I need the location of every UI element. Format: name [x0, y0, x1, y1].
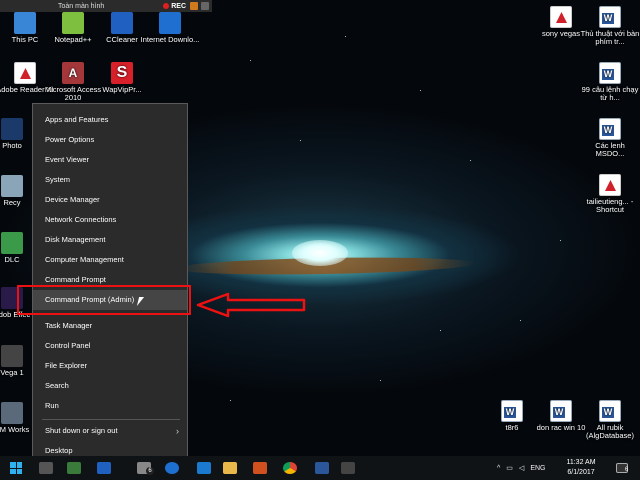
menu-item-task-manager[interactable]: Task Manager [33, 316, 187, 336]
record-dot-icon[interactable] [163, 3, 170, 9]
word-doc-icon [550, 400, 572, 422]
menu-item-computer-management[interactable]: Computer Management [33, 250, 187, 270]
edge-icon [165, 462, 179, 474]
folder-icon [223, 462, 237, 474]
menu-item-system[interactable]: System [33, 170, 187, 190]
word-doc-icon [599, 6, 621, 28]
winx-menu: Apps and Features Power Options Event Vi… [32, 103, 188, 460]
teamviewer-icon [197, 462, 211, 474]
desktop-icon-thu-thuat[interactable]: Thủ thuật với bàn phím tr... [580, 6, 640, 46]
ccleaner-icon [111, 12, 133, 34]
desktop-icon-label: Thủ thuật với bàn phím tr... [580, 29, 640, 46]
volume-icon[interactable]: ◁ [519, 464, 524, 472]
word-doc-icon [599, 400, 621, 422]
desktop-icon-label: WapVipPr... [102, 85, 142, 94]
taskbar-app-5[interactable] [248, 456, 272, 480]
start-button[interactable] [4, 456, 28, 480]
annotation-arrow-icon [196, 292, 306, 318]
taskbar-edge[interactable] [160, 456, 184, 480]
pdf-icon [599, 174, 621, 196]
recording-mode-label: Toàn màn hình [58, 2, 105, 10]
language-indicator[interactable]: ENG [530, 465, 545, 472]
taskbar-app-1[interactable] [34, 456, 58, 480]
taskbar-app-2[interactable] [62, 456, 86, 480]
menu-item-shut-down[interactable]: Shut down or sign out › [33, 421, 187, 441]
taskbar-app-3[interactable] [92, 456, 116, 480]
adobe-reader-icon [14, 62, 36, 84]
internet-download-icon [159, 12, 181, 34]
taskbar: 6 ^ ▭ ◁ ENG 11:32 AM 6/1/2017 6 [0, 456, 640, 480]
desktop-icon-label: Các lenh MSDO... [595, 141, 625, 158]
desktop-icon-label: tailieutieng... - Shortcut [586, 197, 634, 214]
desktop-icon-cac-lenh-msdos[interactable]: Các lenh MSDO... [580, 118, 640, 158]
wapvip-icon: S [111, 62, 133, 84]
desktop-icon-internet-download[interactable]: Internet Downlo... [140, 12, 200, 44]
camera-icon[interactable] [190, 2, 198, 10]
taskbar-word[interactable] [310, 456, 334, 480]
pdf-icon [550, 6, 572, 28]
menu-item-event-viewer[interactable]: Event Viewer [33, 150, 187, 170]
vmware-icon [1, 402, 23, 424]
word-icon [315, 462, 329, 474]
menu-item-network-connections[interactable]: Network Connections [33, 210, 187, 230]
photoshop-icon [1, 118, 23, 140]
desktop-icon-label: Internet Downlo... [140, 35, 200, 44]
app-icon [253, 462, 267, 474]
dlc-icon [1, 232, 23, 254]
desktop-icon-99-cau-lenh[interactable]: 99 câu lệnh chạy từ h... [580, 62, 640, 102]
notification-count: 6 [625, 467, 629, 473]
computer-icon [14, 12, 36, 34]
word-doc-icon [599, 118, 621, 140]
app-icon [341, 462, 355, 474]
clock-date: 6/1/2017 [567, 469, 595, 476]
menu-item-search[interactable]: Search [33, 376, 187, 396]
tray-arrow-icon[interactable]: ^ [497, 465, 500, 472]
chevron-right-icon: › [176, 426, 179, 436]
system-tray: ^ ▭ ◁ ENG [497, 456, 545, 480]
chrome-icon [283, 462, 297, 474]
vegas-icon [1, 345, 23, 367]
recording-toolbar: Toàn màn hình REC [0, 0, 212, 12]
taskbar-app-4[interactable]: 6 [132, 456, 156, 480]
desktop-icon-all-rubik[interactable]: All rubik (AlgDatabase) [580, 400, 640, 440]
menu-item-file-explorer[interactable]: File Explorer [33, 356, 187, 376]
action-center-button[interactable]: 6 [610, 456, 634, 480]
desktop-icon-wapvip[interactable]: S WapVipPr... [92, 62, 152, 94]
clock-time: 11:32 AM [566, 459, 596, 466]
galaxy-core [292, 240, 348, 266]
annotation-highlight-box [17, 285, 191, 315]
network-icon[interactable]: ▭ [506, 464, 513, 472]
windows-logo-icon [10, 462, 22, 474]
app-icon [67, 462, 81, 474]
taskbar-chrome[interactable] [278, 456, 302, 480]
menu-item-apps-and-features[interactable]: Apps and Features [33, 110, 187, 130]
desktop-icon-label: All rubik (AlgDatabase) [586, 423, 634, 440]
taskbar-app-6[interactable] [336, 456, 360, 480]
access-icon: A [62, 62, 84, 84]
desktop-icon-tailieu-shortcut[interactable]: tailieutieng... - Shortcut [580, 174, 640, 214]
menu-item-run[interactable]: Run [33, 396, 187, 416]
badge-count: 6 [146, 467, 154, 475]
notepad-icon [62, 12, 84, 34]
menu-item-device-manager[interactable]: Device Manager [33, 190, 187, 210]
desktop-icon-label: 99 câu lệnh chạy từ h... [581, 85, 639, 102]
close-icon[interactable] [201, 2, 209, 10]
taskbar-teamviewer[interactable] [192, 456, 216, 480]
menu-item-control-panel[interactable]: Control Panel [33, 336, 187, 356]
menu-item-power-options[interactable]: Power Options [33, 130, 187, 150]
app-icon [39, 462, 53, 474]
record-label[interactable]: REC [171, 3, 186, 10]
menu-separator [42, 419, 180, 420]
taskbar-file-explorer[interactable] [218, 456, 242, 480]
recycle-bin-icon [1, 175, 23, 197]
menu-item-disk-management[interactable]: Disk Management [33, 230, 187, 250]
word-doc-icon [599, 62, 621, 84]
app-icon [97, 462, 111, 474]
word-doc-icon [501, 400, 523, 422]
menu-item-label: Shut down or sign out [45, 426, 118, 435]
clock[interactable]: 11:32 AM 6/1/2017 [559, 458, 603, 478]
